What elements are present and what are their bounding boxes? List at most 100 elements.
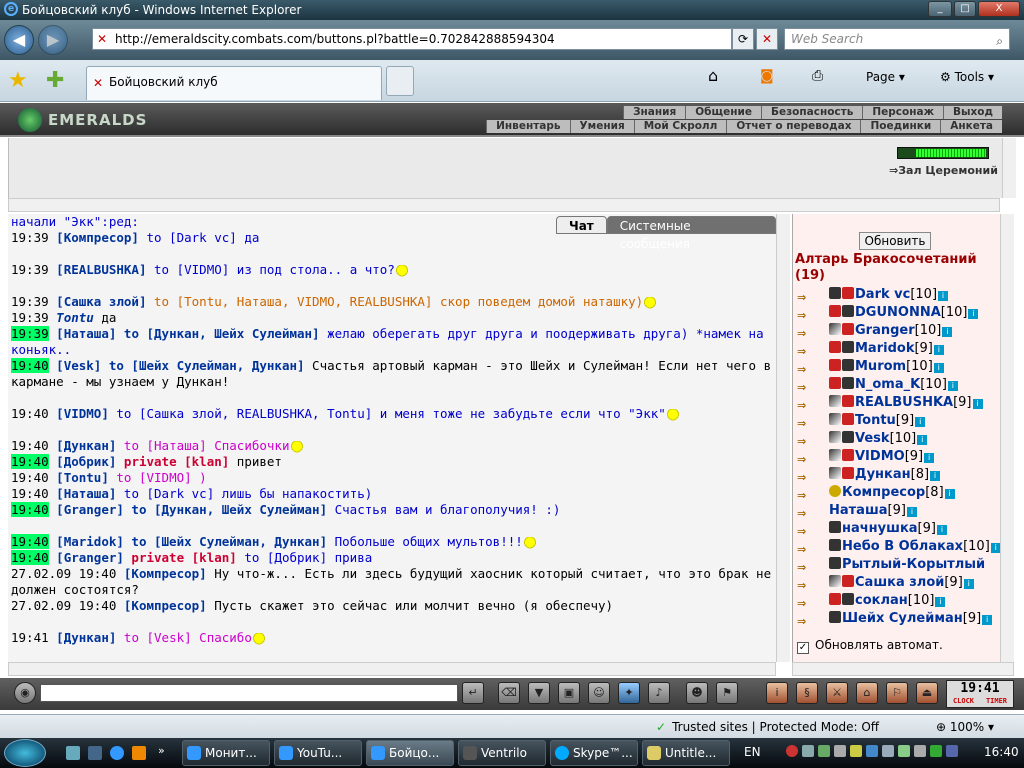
- sound-icon[interactable]: ♪: [648, 682, 670, 704]
- taskbar-item-combats[interactable]: Бойцо...: [366, 740, 454, 766]
- user-info-icon[interactable]: i: [917, 435, 928, 445]
- message-nick[interactable]: [Granger]: [56, 550, 124, 565]
- menu-knowledge[interactable]: Знания: [623, 106, 686, 119]
- message-time[interactable]: 19:40: [11, 454, 49, 469]
- message-recipient[interactable]: to [VIDMO]: [109, 470, 191, 485]
- message-time[interactable]: 19:39: [11, 294, 49, 309]
- message-recipient[interactable]: to [Dark vc]: [139, 230, 236, 245]
- private-arrow-icon[interactable]: ⇒: [797, 487, 817, 502]
- tray-shield-icon[interactable]: [850, 745, 862, 757]
- message-time[interactable]: 19:40: [11, 438, 49, 453]
- user-list-item[interactable]: ⇒ Murom[10] i: [795, 358, 1000, 376]
- user-name[interactable]: соклан: [855, 593, 908, 608]
- user-name[interactable]: Шейх Сулейман: [842, 611, 963, 626]
- user-list-item[interactable]: ⇒ Tontu[9] i: [795, 412, 1000, 430]
- message-time[interactable]: 19:39: [11, 326, 49, 341]
- close-button[interactable]: X: [978, 1, 1020, 17]
- user-name[interactable]: Сашка злой: [855, 575, 944, 590]
- eraser-icon[interactable]: ⌫: [498, 682, 520, 704]
- private-arrow-icon[interactable]: ⇒: [797, 541, 817, 556]
- back-button[interactable]: ◀: [4, 25, 34, 55]
- auto-refresh-checkbox[interactable]: ✓: [797, 642, 809, 654]
- message-time[interactable]: 19:39: [11, 262, 49, 277]
- user-info-icon[interactable]: i: [972, 399, 983, 409]
- user-name[interactable]: Vesk: [855, 431, 890, 446]
- message-recipient[interactable]: to [Дункан, Шейх Сулейман]: [116, 326, 320, 341]
- refresh-icon[interactable]: ⟳: [732, 28, 754, 50]
- menu-transfer-report[interactable]: Отчет о переводах: [726, 120, 861, 133]
- message-nick[interactable]: [Дункан]: [56, 630, 116, 645]
- message-nick[interactable]: [Maridok]: [56, 534, 124, 549]
- flag-icon[interactable]: ⚐: [886, 682, 908, 704]
- message-time[interactable]: 19:39: [11, 230, 49, 245]
- scroll-icon[interactable]: §: [796, 682, 818, 704]
- user-list-item[interactable]: ⇒ Granger[10] i: [795, 322, 1000, 340]
- user-info-icon[interactable]: i: [936, 525, 947, 535]
- menu-communication[interactable]: Общение: [685, 106, 761, 119]
- message-nick[interactable]: [Компресор]: [124, 598, 207, 613]
- menu-my-scroll[interactable]: Мой Скролл: [633, 120, 727, 133]
- menu-profile[interactable]: Анкета: [940, 120, 1002, 133]
- user-name[interactable]: VIDMO: [855, 449, 905, 464]
- tray-battery-icon[interactable]: [898, 745, 910, 757]
- message-nick[interactable]: [Добрик]: [56, 454, 116, 469]
- user-list-item[interactable]: ⇒ Рытлый-Корытлый: [795, 556, 1000, 574]
- message-nick[interactable]: [Наташа]: [56, 326, 116, 341]
- private-arrow-icon[interactable]: ⇒: [797, 379, 817, 394]
- message-time[interactable]: 19:40: [11, 534, 49, 549]
- start-button[interactable]: [4, 739, 46, 767]
- user-info-icon[interactable]: i: [933, 363, 944, 373]
- message-nick[interactable]: [Компресор]: [56, 230, 139, 245]
- private-arrow-icon[interactable]: ⇒: [797, 523, 817, 538]
- tray-bluetooth-icon[interactable]: [946, 745, 958, 757]
- stop-icon[interactable]: ✕: [756, 28, 778, 50]
- private-arrow-icon[interactable]: ⇒: [797, 433, 817, 448]
- private-arrow-icon[interactable]: ⇒: [797, 469, 817, 484]
- message-nick[interactable]: [Компресор]: [124, 566, 207, 581]
- private-arrow-icon[interactable]: ⇒: [797, 577, 817, 592]
- save-log-icon[interactable]: ▣: [558, 682, 580, 704]
- message-nick[interactable]: [Vesk]: [56, 358, 101, 373]
- emoticon-icon[interactable]: ☻: [686, 682, 708, 704]
- message-nick[interactable]: [Tontu]: [56, 470, 109, 485]
- home-icon[interactable]: ⌂: [708, 66, 718, 85]
- message-recipient[interactable]: private [klan]: [124, 550, 236, 565]
- user-info-icon[interactable]: i: [924, 453, 935, 463]
- message-recipient[interactable]: to [Сашка злой, REALBUSHKA, Tontu]: [109, 406, 372, 421]
- fight-icon[interactable]: ⚔: [826, 682, 848, 704]
- private-arrow-icon[interactable]: ⇒: [797, 415, 817, 430]
- tray-drive-icon[interactable]: [834, 745, 846, 757]
- message-time[interactable]: 19:40: [11, 406, 49, 421]
- user-list-item[interactable]: ⇒ Maridok[9] i: [795, 340, 1000, 358]
- private-arrow-icon[interactable]: ⇒: [797, 397, 817, 412]
- user-info-icon[interactable]: i: [906, 507, 917, 517]
- message-recipient[interactable]: to [Дункан, Шейх Сулейман]: [124, 502, 327, 517]
- house-icon[interactable]: ⌂: [856, 682, 878, 704]
- message-nick[interactable]: Tontu: [56, 310, 94, 325]
- security-zone[interactable]: ✓ Trusted sites | Protected Mode: Off: [656, 720, 879, 734]
- web-search-input[interactable]: Web Search ⌕: [784, 28, 1010, 50]
- user-name[interactable]: DGUNONNA: [855, 305, 941, 320]
- user-info-icon[interactable]: i: [935, 597, 946, 607]
- user-list-item[interactable]: ⇒ VIDMO[9] i: [795, 448, 1000, 466]
- taskbar-item-skype[interactable]: Skype™...: [550, 740, 638, 766]
- person-icon[interactable]: ☺: [588, 682, 610, 704]
- private-arrow-icon[interactable]: ⇒: [797, 505, 817, 520]
- user-list-item[interactable]: ⇒ Компресор[8] i: [795, 484, 1000, 502]
- user-info-icon[interactable]: i: [930, 471, 941, 481]
- taskbar-clock[interactable]: 16:40: [984, 745, 1019, 759]
- user-name[interactable]: Tontu: [855, 413, 896, 428]
- users-horizontal-scrollbar[interactable]: [792, 662, 1014, 676]
- maximize-button[interactable]: □: [954, 1, 976, 17]
- tray-skype-icon[interactable]: [866, 745, 878, 757]
- search-icon[interactable]: ⌕: [996, 31, 1003, 51]
- user-list-scrollbar[interactable]: [1000, 214, 1014, 662]
- language-indicator[interactable]: EN: [744, 745, 761, 759]
- user-list-item[interactable]: ⇒ Наташа[9] i: [795, 502, 1000, 520]
- info-icon[interactable]: i: [766, 682, 788, 704]
- new-tab-button[interactable]: [386, 66, 414, 96]
- user-name[interactable]: Maridok: [855, 341, 914, 356]
- clan-icon[interactable]: ⚑: [716, 682, 738, 704]
- user-list-item[interactable]: ⇒ Dark vc[10] i: [795, 286, 1000, 304]
- message-nick[interactable]: [Дункан]: [56, 438, 116, 453]
